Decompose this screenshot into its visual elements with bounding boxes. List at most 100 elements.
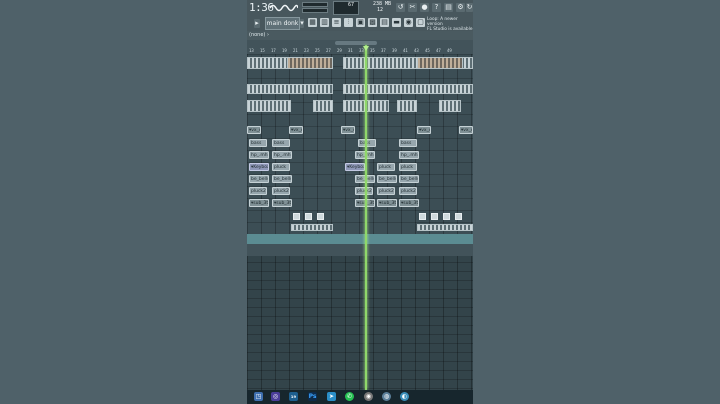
short-clip[interactable] [443, 213, 450, 220]
lower-pane-divider[interactable] [247, 234, 473, 244]
browser-icon[interactable]: ◍ [382, 392, 391, 401]
playhead[interactable] [365, 45, 367, 390]
timeline-ruler[interactable]: 13 15 17 19 21 23 25 27 29 31 33 35 37 39 41 43 45 47 49 [247, 40, 473, 54]
undo-icon[interactable]: ↺ [396, 3, 405, 12]
kick-clip[interactable] [343, 84, 473, 94]
record-icon[interactable]: ◉ [404, 18, 413, 27]
cut-icon[interactable]: ✂ [408, 3, 417, 12]
hat-clip[interactable] [439, 100, 461, 112]
pattern-icon[interactable]: ▩ [368, 18, 377, 27]
ruler-tick: 13 [249, 48, 254, 53]
clip-pluck2[interactable]: pluck2 [399, 187, 417, 195]
clip-voxcp[interactable]: ▾vx_cp_1 [341, 126, 355, 134]
tempo-display[interactable]: 67 [333, 1, 359, 15]
photoshop-icon[interactable]: Ps [308, 392, 317, 401]
info-icon[interactable]: ▢ [416, 18, 425, 27]
short-clip[interactable] [455, 213, 462, 220]
clip-bell[interactable]: be_bells [399, 175, 419, 183]
clip-voxcp[interactable]: ▾vx_cp_1 [459, 126, 473, 134]
hat-clip[interactable] [313, 100, 333, 112]
clip-pluck[interactable]: pluck [272, 163, 290, 171]
clip-bass[interactable]: bass [272, 139, 290, 147]
clip-voxcp[interactable]: ▾vx_cp_1 [417, 126, 431, 134]
chrome-icon[interactable]: ◉ [364, 392, 373, 401]
perc-clip[interactable] [287, 57, 333, 69]
ruler-tick: 49 [447, 48, 452, 53]
clip-bell[interactable]: be_bells [272, 175, 292, 183]
clip-hat[interactable]: hp_.mh [249, 151, 269, 159]
clip-voxcp[interactable]: ▾vx_cp_1 [289, 126, 303, 134]
playlist-grid[interactable]: ▾vx_cp_1 ▾vx_cp_1 ▾vx_cp_1 ▾vx_cp_1 ▾vx_… [247, 54, 473, 244]
piano-roll-pane[interactable] [247, 244, 473, 390]
mic-icon[interactable]: ● [420, 3, 429, 12]
edge-icon[interactable]: ◐ [400, 392, 409, 401]
ruler-tick: 45 [425, 48, 430, 53]
ruler-tick: 17 [271, 48, 276, 53]
ruler-tick: 39 [392, 48, 397, 53]
short-clip[interactable] [305, 213, 312, 220]
kick-clip[interactable] [247, 84, 333, 94]
clip-hat[interactable]: hp_.mh [399, 151, 419, 159]
clip-pluck2[interactable]: pluck2 [249, 187, 267, 195]
fx-clip[interactable] [417, 224, 473, 231]
whatsapp-icon[interactable]: ✆ [345, 392, 354, 401]
help-icon[interactable]: ? [432, 3, 441, 12]
ruler-tick: 21 [293, 48, 298, 53]
piano-roll-icon[interactable]: ▥ [320, 18, 329, 27]
short-clip[interactable] [431, 213, 438, 220]
pattern-dropdown-icon[interactable]: ▾ [300, 19, 304, 28]
cortana-icon[interactable]: ◎ [271, 392, 280, 401]
clip-bass[interactable]: bass [249, 139, 267, 147]
clip-sub[interactable]: ▾sub_3th [377, 199, 397, 207]
master-volume[interactable] [302, 2, 328, 7]
short-clip[interactable] [317, 213, 324, 220]
breadcrumb[interactable]: (none) › [249, 32, 269, 38]
clip-pluck[interactable]: pluck [399, 163, 417, 171]
perc-clip[interactable] [417, 57, 463, 69]
timeline-scrollbar[interactable] [335, 41, 377, 45]
stats-icon[interactable]: ▤ [380, 18, 389, 27]
clip-pluck2[interactable]: pluck2 [355, 187, 373, 195]
ruler-tick: 25 [315, 48, 320, 53]
start-icon[interactable]: ◳ [254, 392, 263, 401]
ruler-tick: 31 [348, 48, 353, 53]
channel-rack-icon[interactable]: ≡ [332, 18, 341, 27]
fl-studio-window: 1:36 67 238 MB 12 ↺ ✂ ● ? ▤ ⚙ ↻ ▸ main d… [247, 0, 473, 404]
clip-sub[interactable]: ▾sub_3th [249, 199, 269, 207]
clip-sub[interactable]: ▾sub_3th [272, 199, 292, 207]
folder-icon[interactable]: ▬ [392, 18, 401, 27]
pattern-prev-icon[interactable]: ▸ [254, 19, 260, 28]
hat-clip[interactable] [397, 100, 417, 112]
clip-arp[interactable]: ▾Keyboard [249, 163, 269, 171]
ruler-tick: 29 [337, 48, 342, 53]
clip-bass[interactable]: bass [399, 139, 417, 147]
clip-pluck2[interactable]: pluck2 [272, 187, 290, 195]
clip-voxcp[interactable]: ▾vx_cp_1 [247, 126, 261, 134]
clip-pluck[interactable]: pluck [377, 163, 395, 171]
plugin-icon[interactable]: ▤ [444, 3, 453, 12]
clip-bell[interactable]: be_bells [249, 175, 269, 183]
clip-arp[interactable]: ▾Keyboard [345, 163, 365, 171]
playhead-marker-icon[interactable] [363, 46, 369, 51]
pattern-selector[interactable]: main donk [265, 17, 300, 30]
hat-clip[interactable] [247, 100, 291, 112]
clip-pluck2[interactable]: pluck2 [377, 187, 395, 195]
mixer-icon[interactable]: ⫶ [344, 18, 353, 27]
fl-icon[interactable]: ₁₉ [289, 392, 298, 401]
playlist-icon[interactable]: ▦ [308, 18, 317, 27]
fx-clip[interactable] [291, 224, 333, 231]
telegram-icon[interactable]: ➤ [327, 392, 336, 401]
clip-sub[interactable]: ▾sub_3th [399, 199, 419, 207]
clip-hat[interactable]: hp_.mh [272, 151, 292, 159]
ruler-tick: 27 [326, 48, 331, 53]
browser-icon[interactable]: ▣ [356, 18, 365, 27]
clip-bass[interactable]: bass [358, 139, 376, 147]
short-clip[interactable] [419, 213, 426, 220]
clip-bell[interactable]: be_bells [377, 175, 397, 183]
master-pitch[interactable] [302, 8, 328, 13]
ruler-tick: 41 [403, 48, 408, 53]
tempo-value: 67 [348, 2, 355, 8]
settings-icon[interactable]: ⚙ [456, 3, 465, 12]
refresh-icon[interactable]: ↻ [466, 3, 473, 12]
short-clip[interactable] [293, 213, 300, 220]
